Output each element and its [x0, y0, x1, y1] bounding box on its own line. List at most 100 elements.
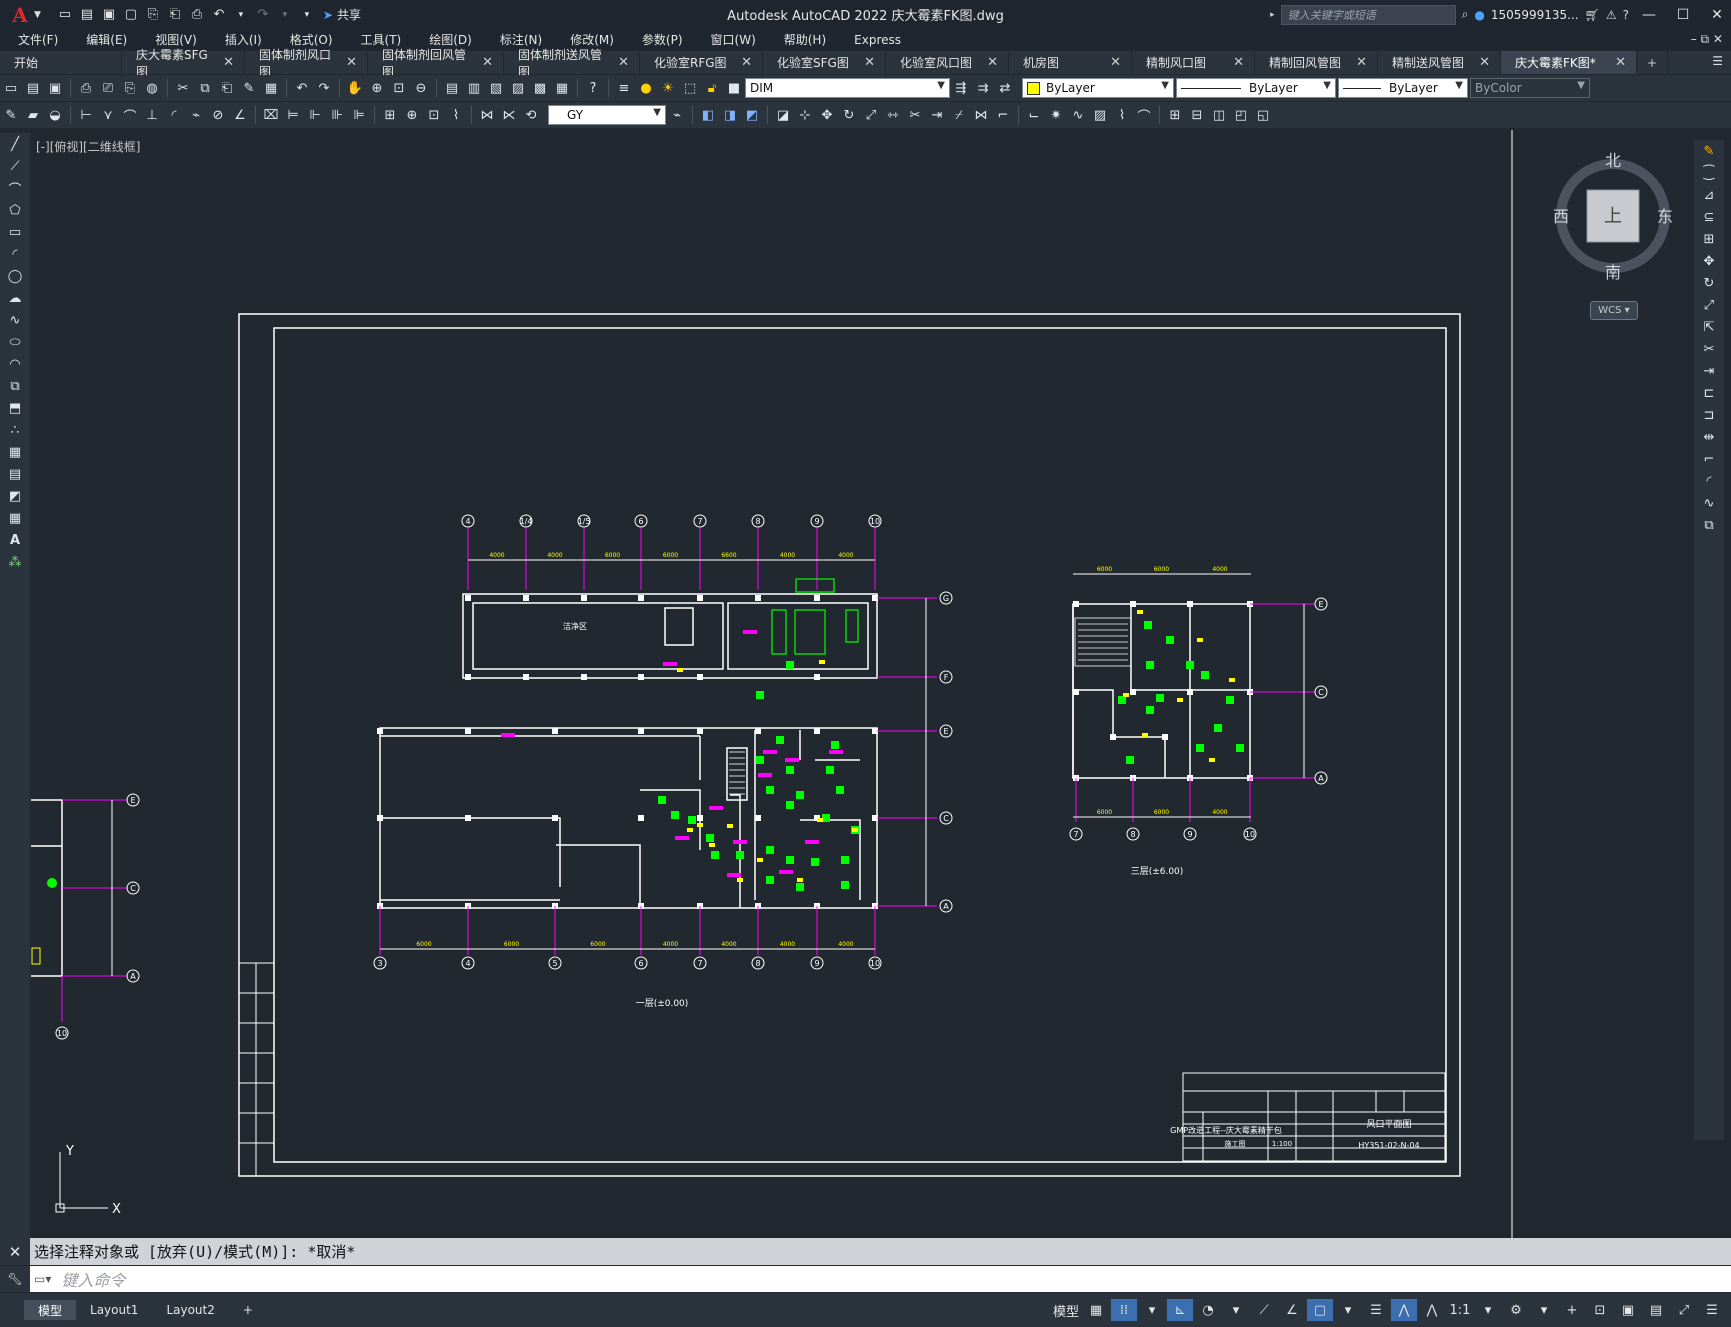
grid-icon[interactable]: ▦: [1083, 1299, 1109, 1321]
select-similar-icon[interactable]: ⊟: [1187, 105, 1207, 125]
compass-south[interactable]: 南: [1605, 263, 1621, 282]
gradient-icon[interactable]: ▤: [5, 464, 25, 484]
layer-lock-icon[interactable]: 🔓︎: [702, 78, 722, 98]
user-name[interactable]: 1505999135...: [1491, 8, 1579, 22]
offset-icon[interactable]: ⊆: [1699, 207, 1719, 227]
end-isolation-icon[interactable]: ◱: [1253, 105, 1273, 125]
layer-previous-icon[interactable]: ⇉: [973, 78, 993, 98]
tab-file[interactable]: 化验室SFG图 ✕: [763, 51, 886, 74]
close-tab-icon[interactable]: ✕: [1615, 55, 1626, 70]
chamfer-icon[interactable]: ⌐: [1699, 449, 1719, 469]
inspection-icon[interactable]: ⊡: [424, 105, 444, 125]
polygon-icon[interactable]: ⬠: [5, 200, 25, 220]
edit-spline-icon[interactable]: ⌒: [1134, 105, 1154, 125]
make-current-icon[interactable]: ⇶: [951, 78, 971, 98]
quick-properties-icon[interactable]: ▣: [1615, 1299, 1641, 1321]
annotation-monitor-icon[interactable]: +: [1559, 1299, 1585, 1321]
add-selected-icon[interactable]: ⊞: [1165, 105, 1185, 125]
close-tab-icon[interactable]: ✕: [1479, 55, 1490, 70]
stretch-icon[interactable]: ⇱: [1699, 317, 1719, 337]
publish-icon[interactable]: ⎘: [120, 78, 140, 98]
viewport-controls-label[interactable]: [-][俯视][二维线框]: [36, 138, 140, 155]
close-tab-icon[interactable]: ✕: [864, 55, 875, 70]
markup-icon[interactable]: ▩: [530, 78, 550, 98]
dim-text-edit-icon[interactable]: ⋉: [499, 105, 519, 125]
layer-on-icon[interactable]: ●: [636, 78, 656, 98]
annotation-visibility-icon[interactable]: ⋀: [1391, 1299, 1417, 1321]
close-tab-icon[interactable]: ✕: [1356, 55, 1367, 70]
polar-icon[interactable]: ◔: [1195, 1299, 1221, 1321]
region-icon[interactable]: ◩: [5, 486, 25, 506]
3dprint-icon[interactable]: ◍: [142, 78, 162, 98]
dim-space-icon[interactable]: ⊪: [327, 105, 347, 125]
rectangle-icon[interactable]: ▭: [5, 222, 25, 242]
jogged-linear-icon[interactable]: ⌇: [446, 105, 466, 125]
close-tab-icon[interactable]: ✕: [1110, 55, 1121, 70]
dim-break-icon[interactable]: ⊫: [349, 105, 369, 125]
wcs-menu[interactable]: WCS ▾: [1590, 301, 1638, 320]
offset-icon[interactable]: ◪: [773, 105, 793, 125]
point-icon[interactable]: ∴: [5, 420, 25, 440]
compass-north[interactable]: 北: [1605, 151, 1621, 170]
layer-viewport-icon[interactable]: ⬚: [680, 78, 700, 98]
minimize-icon[interactable]: —: [1635, 1, 1663, 29]
search-input[interactable]: 键入关键字或短语: [1280, 4, 1456, 25]
save-web-icon[interactable]: ⎗: [165, 5, 185, 25]
new-file-icon[interactable]: ▭: [55, 5, 75, 25]
recent-commands-icon[interactable]: ▭▾: [34, 1272, 51, 1286]
tab-file[interactable]: 化验室RFG图 ✕: [640, 51, 763, 74]
center-mark-icon[interactable]: ⊕: [402, 105, 422, 125]
make-block-icon[interactable]: ⬒: [5, 398, 25, 418]
annotation-scale[interactable]: 1:1: [1447, 1299, 1473, 1321]
add-selected-icon[interactable]: ⁂: [5, 552, 25, 572]
join-icon[interactable]: ⇹: [1699, 427, 1719, 447]
cut-icon[interactable]: ✂: [173, 78, 193, 98]
multiline-text-icon[interactable]: A: [5, 530, 25, 550]
isolate-icon[interactable]: ◫: [1209, 105, 1229, 125]
viewcube-top-face[interactable]: 上: [1604, 206, 1622, 227]
sheet-set-icon[interactable]: ▨: [508, 78, 528, 98]
osnap-dropdown-icon[interactable]: ▾: [1335, 1299, 1361, 1321]
fillet-icon[interactable]: ⌙: [1024, 105, 1044, 125]
dim-baseline-icon[interactable]: ⊨: [283, 105, 303, 125]
close-tab-icon[interactable]: ✕: [741, 55, 752, 70]
dim-jogged-icon[interactable]: ⌁: [186, 105, 206, 125]
trim-icon[interactable]: ✂: [905, 105, 925, 125]
properties-icon[interactable]: ▤: [442, 78, 462, 98]
dimstyle-manager-icon[interactable]: ⌁: [667, 105, 687, 125]
circle-icon[interactable]: ◯: [5, 266, 25, 286]
tab-file-active[interactable]: 庆大霉素FK图* ✕: [1501, 51, 1637, 74]
undo-icon[interactable]: ↶: [292, 78, 312, 98]
add-layout-icon[interactable]: +: [229, 1300, 267, 1320]
array-icon[interactable]: ⊹: [795, 105, 815, 125]
workspace-dropdown-icon[interactable]: ▾: [1531, 1299, 1557, 1321]
blend-curves-icon[interactable]: ∿: [1699, 493, 1719, 513]
close-icon[interactable]: ✕: [1703, 1, 1731, 29]
redo-icon[interactable]: ↷: [314, 78, 334, 98]
isolate-objects-icon[interactable]: ▤: [1643, 1299, 1669, 1321]
arc-length-icon[interactable]: ◒: [45, 105, 65, 125]
menu-window[interactable]: 窗口(W): [693, 31, 766, 48]
hatch-icon[interactable]: ▦: [5, 442, 25, 462]
tab-start[interactable]: 开始: [0, 51, 122, 74]
search-expand-icon[interactable]: ▸: [1270, 10, 1275, 20]
app-logo-icon[interactable]: A: [6, 3, 34, 27]
block-editor-icon[interactable]: ▦: [261, 78, 281, 98]
open-file-icon[interactable]: ▤: [77, 5, 97, 25]
arc-icon[interactable]: ◜: [5, 244, 25, 264]
help-icon[interactable]: ?: [583, 78, 603, 98]
plot-icon[interactable]: ⎙: [187, 5, 207, 25]
revision-cloud-icon[interactable]: ☁︎: [5, 288, 25, 308]
construction-line-icon[interactable]: ⟋: [5, 156, 25, 176]
tab-file[interactable]: 精制风口图 ✕: [1132, 51, 1255, 74]
design-center-icon[interactable]: ▥: [464, 78, 484, 98]
polyline-icon[interactable]: ⌒: [5, 178, 25, 198]
mirror-icon[interactable]: ◩: [742, 105, 762, 125]
layer-color-icon[interactable]: ■: [724, 78, 744, 98]
qnew-icon[interactable]: ▭: [1, 78, 21, 98]
scale-icon[interactable]: ⤢: [1699, 295, 1719, 315]
close-command-icon[interactable]: ✕: [0, 1238, 30, 1265]
explode-icon[interactable]: ⧉: [1699, 515, 1719, 535]
snap-dropdown-icon[interactable]: ▾: [1139, 1299, 1165, 1321]
compass-west[interactable]: 西: [1553, 207, 1569, 226]
